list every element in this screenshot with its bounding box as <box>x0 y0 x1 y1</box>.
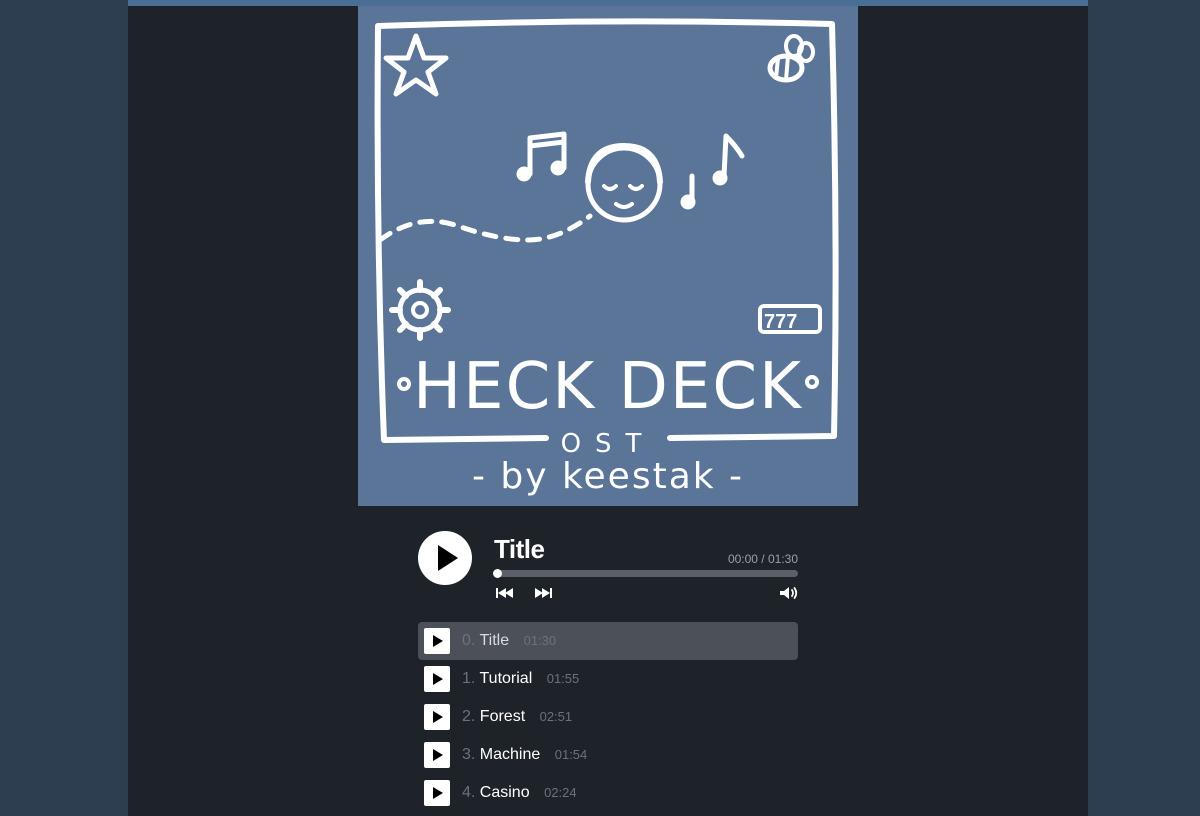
track-duration: 01:30 <box>523 633 557 648</box>
progress-knob[interactable] <box>493 569 502 578</box>
track-name: Machine <box>479 746 541 763</box>
svg-text:HECK DECK: HECK DECK <box>413 350 803 424</box>
track-row[interactable]: 0. Title 01:30 <box>418 622 798 660</box>
play-icon <box>438 545 458 571</box>
track-row[interactable]: 1. Tutorial 01:55 <box>418 660 798 698</box>
track-number: 2. <box>462 708 476 725</box>
track-name: Tutorial <box>479 670 533 687</box>
svg-text:- by keestak -: - by keestak - <box>472 456 744 497</box>
track-number: 0. <box>462 632 476 649</box>
track-name: Forest <box>479 708 526 725</box>
track-row[interactable]: 3. Machine 01:54 <box>418 736 798 774</box>
track-name: Title <box>479 632 510 649</box>
track-list: 0. Title 01:30 1. Tutorial 01:55 2. Fore… <box>418 622 798 812</box>
play-icon <box>433 749 443 761</box>
svg-text:OST: OST <box>561 429 656 459</box>
next-track-button[interactable] <box>532 584 554 602</box>
play-icon <box>433 673 443 685</box>
track-duration: 01:55 <box>546 671 580 686</box>
track-play-button[interactable] <box>424 704 450 730</box>
skip-next-icon <box>535 588 552 598</box>
track-play-button[interactable] <box>424 780 450 806</box>
play-icon <box>433 635 443 647</box>
play-icon <box>433 711 443 723</box>
player-column: 777 HECK DECK OST - by keestak - Title 0… <box>128 6 1088 816</box>
track-duration: 02:24 <box>544 785 577 800</box>
main-play-button[interactable] <box>418 531 472 585</box>
album-cover-artwork: 777 HECK DECK OST - by keestak - <box>374 18 839 497</box>
track-number: 3. <box>462 746 476 763</box>
volume-icon <box>780 587 798 599</box>
track-play-button[interactable] <box>424 666 450 692</box>
track-name: Casino <box>479 784 530 801</box>
track-duration: 02:51 <box>539 709 573 724</box>
progress-bar[interactable] <box>493 569 798 578</box>
album-cover: 777 HECK DECK OST - by keestak - <box>358 6 858 506</box>
track-row[interactable]: 4. Casino 02:24 <box>418 774 798 812</box>
play-icon <box>433 787 443 799</box>
now-playing-title: Title <box>494 534 545 564</box>
track-number: 4. <box>462 784 476 801</box>
track-play-button[interactable] <box>424 628 450 654</box>
track-row[interactable]: 2. Forest 02:51 <box>418 698 798 736</box>
track-play-button[interactable] <box>424 742 450 768</box>
volume-button[interactable] <box>778 584 800 602</box>
svg-text:777: 777 <box>764 311 797 333</box>
previous-track-button[interactable] <box>494 584 516 602</box>
skip-previous-icon <box>496 588 513 598</box>
time-display: 00:00 / 01:30 <box>727 552 798 566</box>
track-number: 1. <box>462 670 476 687</box>
track-duration: 01:54 <box>554 747 588 762</box>
